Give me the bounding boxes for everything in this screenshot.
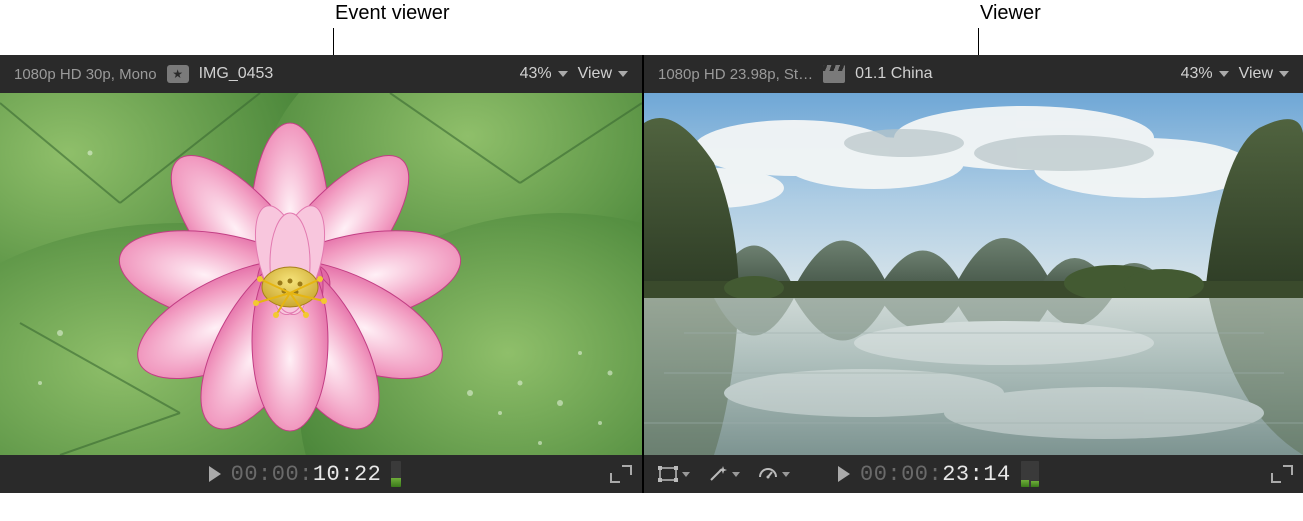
- annotation-viewer: Viewer: [980, 2, 1041, 25]
- clip-name: 01.1 China: [855, 65, 1170, 83]
- timecode-dim: 00:00:: [860, 462, 942, 487]
- view-label: View: [1239, 65, 1273, 83]
- chevron-down-icon: [1219, 71, 1229, 77]
- clip-name: IMG_0453: [199, 65, 510, 83]
- annotation-line: [333, 28, 334, 55]
- chevron-down-icon: [782, 472, 790, 477]
- event-viewer-footer: 00:00:10:22: [0, 455, 642, 493]
- viewer-viewport[interactable]: [644, 93, 1303, 455]
- view-menu[interactable]: View: [1239, 65, 1289, 83]
- format-info: 1080p HD 23.98p, St…: [658, 66, 813, 83]
- timecode[interactable]: 00:00:10:22: [231, 462, 382, 487]
- event-viewer-viewport[interactable]: [0, 93, 642, 455]
- event-viewer-header: 1080p HD 30p, Mono ★ IMG_0453 43% View: [0, 55, 642, 93]
- viewer-panel: 1080p HD 23.98p, St… 01.1 China 43% View: [644, 55, 1303, 493]
- viewer-header: 1080p HD 23.98p, St… 01.1 China 43% View: [644, 55, 1303, 93]
- zoom-value: 43%: [520, 65, 552, 83]
- fullscreen-button[interactable]: [1271, 465, 1293, 483]
- viewer-footer: 00:00:23:14: [644, 455, 1303, 493]
- fullscreen-button[interactable]: [610, 465, 632, 483]
- chevron-down-icon: [732, 472, 740, 477]
- timecode-bright: 23:14: [942, 462, 1011, 487]
- audio-meter[interactable]: [391, 461, 401, 487]
- annotation-line: [978, 28, 979, 55]
- timecode-dim: 00:00:: [231, 462, 313, 487]
- chevron-down-icon: [682, 472, 690, 477]
- chevron-down-icon: [1279, 71, 1289, 77]
- view-label: View: [578, 65, 612, 83]
- project-clip-icon: [823, 65, 845, 83]
- chevron-down-icon: [618, 71, 628, 77]
- view-menu[interactable]: View: [578, 65, 628, 83]
- play-button[interactable]: [209, 466, 221, 482]
- chevron-down-icon: [558, 71, 568, 77]
- zoom-value: 43%: [1181, 65, 1213, 83]
- enhance-tool[interactable]: [704, 463, 744, 485]
- retime-tool[interactable]: [754, 463, 794, 485]
- zoom-dropdown[interactable]: 43%: [1181, 65, 1229, 83]
- audio-meter[interactable]: [1021, 461, 1039, 487]
- play-button[interactable]: [838, 466, 850, 482]
- annotation-event-viewer: Event viewer: [335, 2, 450, 25]
- favorite-clip-icon: ★: [167, 65, 189, 83]
- format-info: 1080p HD 30p, Mono: [14, 66, 157, 83]
- timecode[interactable]: 00:00:23:14: [860, 462, 1011, 487]
- transform-tool[interactable]: [654, 464, 694, 484]
- zoom-dropdown[interactable]: 43%: [520, 65, 568, 83]
- timecode-bright: 10:22: [313, 462, 382, 487]
- event-viewer-panel: 1080p HD 30p, Mono ★ IMG_0453 43% View: [0, 55, 644, 493]
